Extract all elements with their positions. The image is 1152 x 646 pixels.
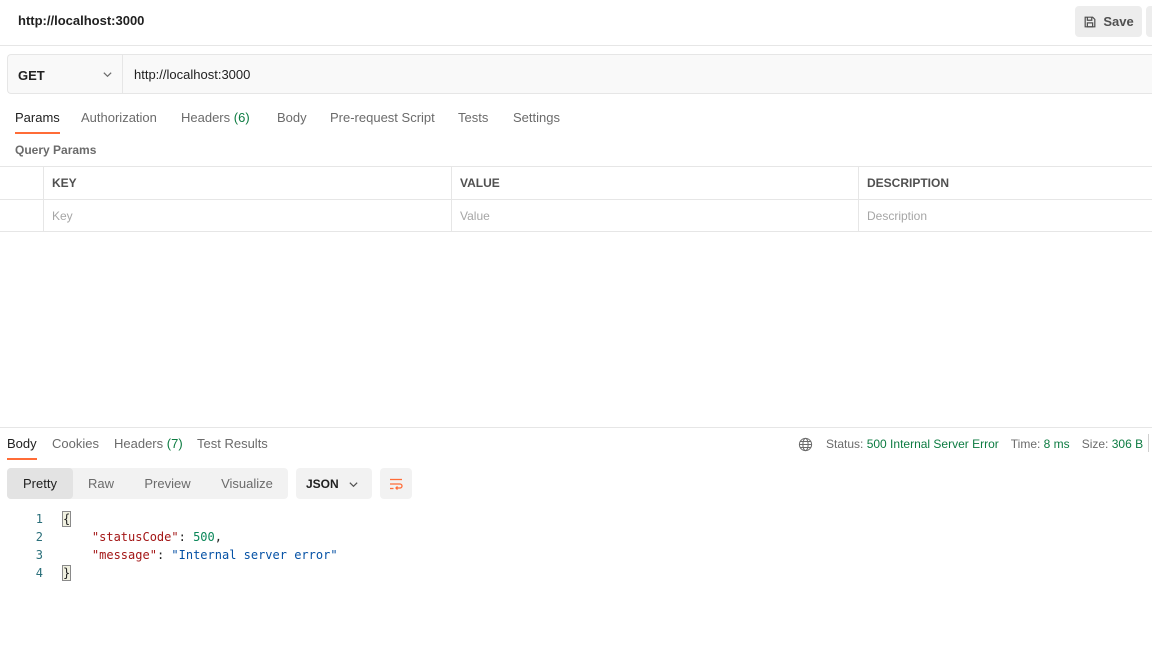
response-body-viewer[interactable]: 1 { 2 "statusCode": 500, 3 "message": "I… [0,510,600,582]
query-params-table: KEY VALUE DESCRIPTION Key Value Descript… [0,166,1152,232]
tab-settings[interactable]: Settings [513,110,560,125]
response-tab-cookies[interactable]: Cookies [52,436,99,451]
line-number: 2 [35,530,43,544]
response-tab-test-results[interactable]: Test Results [197,436,268,451]
format-raw[interactable]: Raw [73,468,129,499]
save-dropdown-button[interactable] [1146,6,1152,37]
language-label: JSON [306,477,339,491]
chevron-down-icon [349,482,358,488]
json-key: "statusCode" [91,530,179,544]
value-input[interactable]: Value [451,200,858,232]
save-button[interactable]: Save [1075,6,1142,37]
format-preview[interactable]: Preview [129,468,206,499]
response-divider[interactable] [0,427,1152,428]
request-title-bar: http://localhost:3000 Save [0,0,1152,46]
json-value: "Internal server error" [171,548,338,562]
key-input[interactable]: Key [43,200,451,232]
code-line: 1 { [0,510,600,528]
column-header-description: DESCRIPTION [858,167,1152,199]
tab-headers-label: Headers [181,110,231,125]
wrap-lines-icon [390,478,403,490]
method-label: GET [18,68,45,83]
url-input[interactable]: http://localhost:3000 [134,67,250,82]
size-value[interactable]: 306 B [1112,437,1143,451]
save-label: Save [1103,14,1134,29]
query-params-title: Query Params [15,143,97,157]
url-bar: GET http://localhost:3000 [7,54,1152,94]
status-value[interactable]: 500 Internal Server Error [867,437,999,451]
description-input[interactable]: Description [858,200,1152,232]
tab-headers[interactable]: Headers (6) [181,110,250,125]
chevron-down-icon [103,72,112,78]
response-tab-headers[interactable]: Headers (7) [114,436,183,451]
tab-params[interactable]: Params [15,110,60,134]
format-visualize[interactable]: Visualize [206,468,288,499]
globe-icon[interactable] [798,437,813,452]
response-meta: Status: 500 Internal Server Error Time: … [798,436,1143,452]
open-brace: { [61,511,72,527]
response-tab-body[interactable]: Body [7,436,37,460]
table-header-row: KEY VALUE DESCRIPTION [0,166,1152,199]
time-value[interactable]: 8 ms [1044,437,1070,451]
table-row: Key Value Description [0,199,1152,232]
code-line: 4 } [0,564,600,582]
response-tab-headers-count: (7) [166,436,183,451]
request-title[interactable]: http://localhost:3000 [18,13,144,28]
method-select[interactable]: GET [8,55,123,93]
line-number: 4 [35,566,43,580]
language-select[interactable]: JSON [296,468,372,499]
code-line: 2 "statusCode": 500, [0,528,600,546]
response-tab-headers-label: Headers [114,436,164,451]
status-label: Status: [826,437,864,451]
line-number: 1 [35,512,43,526]
save-icon [1084,16,1096,27]
close-brace: } [61,565,72,581]
tab-headers-count: (6) [233,110,250,125]
vertical-divider [1148,434,1149,452]
column-header-key: KEY [43,167,451,199]
json-key: "message" [91,548,157,562]
tab-tests[interactable]: Tests [458,110,488,125]
wrap-lines-button[interactable] [380,468,412,499]
code-line: 3 "message": "Internal server error" [0,546,600,564]
json-value: 500 [193,530,215,544]
format-pretty[interactable]: Pretty [7,468,73,499]
time-label: Time: [1010,437,1041,451]
tab-body[interactable]: Body [277,110,307,125]
column-header-value: VALUE [451,167,858,199]
tab-pre-request-script[interactable]: Pre-request Script [330,110,435,125]
size-label: Size: [1081,437,1109,451]
line-number: 3 [35,548,43,562]
tab-authorization[interactable]: Authorization [81,110,157,125]
format-selector: Pretty Raw Preview Visualize [7,468,288,499]
